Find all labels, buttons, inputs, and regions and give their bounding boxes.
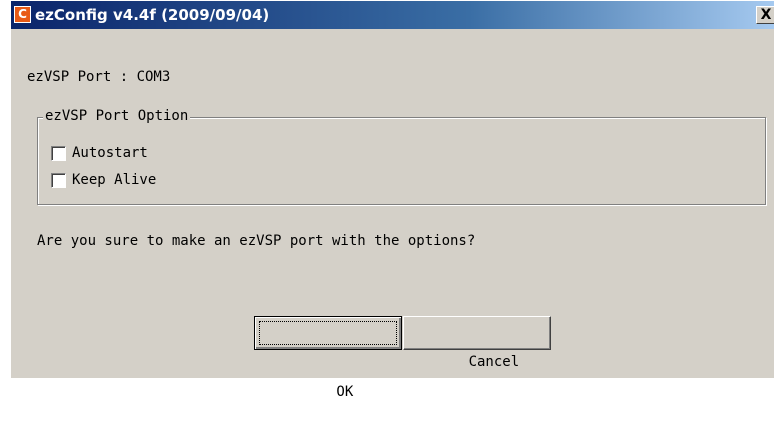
ok-button-label: OK <box>336 384 354 400</box>
focus-indicator <box>259 321 397 345</box>
keep-alive-checkbox[interactable] <box>51 172 66 188</box>
confirmation-question: Are you sure to make an ezVSP port with … <box>37 233 476 249</box>
port-option-group-label: ezVSP Port Option <box>43 107 191 125</box>
autostart-option[interactable]: Autostart <box>51 144 148 162</box>
autostart-checkbox[interactable] <box>51 145 66 161</box>
ok-button[interactable]: OK <box>254 316 402 400</box>
autostart-label[interactable]: Autostart <box>72 145 148 161</box>
keep-alive-option[interactable]: Keep Alive <box>51 171 156 189</box>
port-label: ezVSP Port : COM3 <box>27 69 171 85</box>
app-icon: C <box>14 6 31 23</box>
cancel-button[interactable]: Cancel <box>403 316 551 370</box>
keep-alive-label[interactable]: Keep Alive <box>72 172 156 188</box>
cancel-button-label: Cancel <box>468 354 520 370</box>
window-title: ezConfig v4.4f (2009/09/04) <box>35 6 270 24</box>
title-bar[interactable]: C ezConfig v4.4f (2009/09/04) X <box>11 1 774 29</box>
dialog-window: C ezConfig v4.4f (2009/09/04) X ezVSP Po… <box>10 0 774 400</box>
close-button[interactable]: X <box>756 6 774 24</box>
